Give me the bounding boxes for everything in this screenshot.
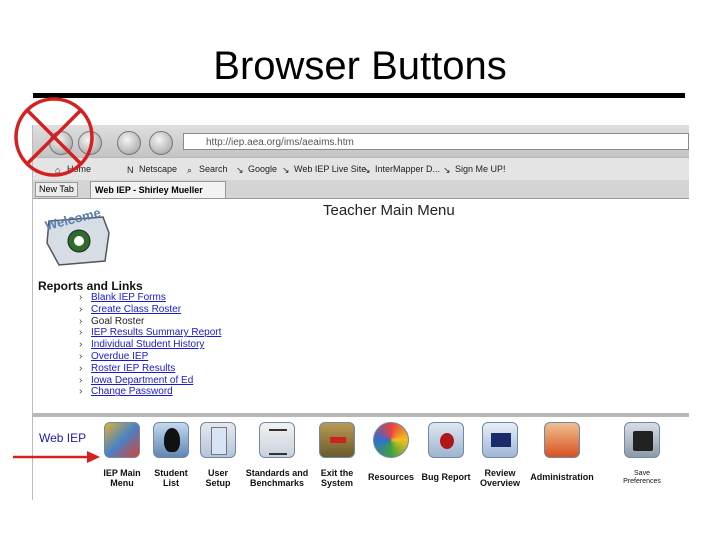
- tool-administration[interactable]: Administration: [527, 422, 597, 482]
- bookmark-sign-me-up[interactable]: ↘ Sign Me UP!: [443, 164, 506, 175]
- arrow-icon: ›: [79, 315, 83, 327]
- save-preferences-icon: [624, 422, 660, 458]
- reports-link-list: › Blank IEP Forms › Create Class Roster › G…: [79, 292, 221, 398]
- address-bar[interactable]: http://iep.aea.org/ims/aeaims.htm: [183, 133, 689, 150]
- tool-user-setup[interactable]: User Setup: [195, 422, 241, 488]
- list-item: › Iowa Department of Ed: [79, 375, 221, 387]
- tool-bug-report[interactable]: Bug Report: [419, 422, 473, 482]
- bookmark-icon: ↘: [282, 165, 290, 175]
- user-setup-icon: [200, 422, 236, 458]
- link-create-class-roster[interactable]: Create Class Roster: [91, 304, 181, 315]
- link-iowa-dept-ed[interactable]: Iowa Department of Ed: [91, 375, 193, 386]
- tool-student-list[interactable]: Student List: [149, 422, 193, 488]
- list-item: › Individual Student History: [79, 339, 221, 351]
- administration-icon: [544, 422, 580, 458]
- prohibition-annotation-icon: [14, 97, 94, 177]
- arrow-icon: ›: [79, 303, 83, 315]
- welcome-logo: Welcome: [43, 205, 110, 266]
- bookmark-search[interactable]: ⌕ Search: [187, 164, 228, 175]
- bookmark-icon: ↘: [443, 165, 451, 175]
- list-item: › Roster IEP Results: [79, 363, 221, 375]
- bookmark-web-iep[interactable]: ↘ Web IEP Live Site: [282, 164, 366, 175]
- bookmark-intermapper[interactable]: ↘ InterMapper D...: [363, 164, 440, 175]
- student-list-icon: [153, 422, 189, 458]
- link-student-history[interactable]: Individual Student History: [91, 339, 204, 350]
- list-item: › IEP Results Summary Report: [79, 327, 221, 339]
- link-iep-results-summary[interactable]: IEP Results Summary Report: [91, 327, 221, 338]
- resources-icon: [373, 422, 409, 458]
- bookmark-google[interactable]: ↘ Google: [236, 164, 277, 175]
- tool-standards-benchmarks[interactable]: Standards and Benchmarks: [241, 422, 313, 488]
- navigation-toolbar: http://iep.aea.org/ims/aeaims.htm: [33, 125, 689, 157]
- section-divider: [33, 413, 689, 417]
- reports-heading: Reports and Links: [38, 279, 143, 293]
- arrow-icon: ›: [79, 292, 83, 303]
- list-item: › Goal Roster: [79, 316, 221, 328]
- tool-resources[interactable]: Resources: [364, 422, 418, 482]
- arrow-icon: ›: [79, 339, 83, 351]
- arrow-icon: ›: [79, 386, 83, 398]
- list-item: › Create Class Roster: [79, 304, 221, 316]
- list-item: › Change Password: [79, 386, 221, 398]
- link-blank-iep-forms[interactable]: Blank IEP Forms: [91, 292, 166, 303]
- link-goal-roster[interactable]: Goal Roster: [91, 316, 144, 327]
- slide-title: Browser Buttons: [213, 44, 507, 88]
- iep-main-menu-icon: [104, 422, 140, 458]
- link-roster-iep-results[interactable]: Roster IEP Results: [91, 363, 175, 374]
- arrow-icon: ›: [79, 350, 83, 362]
- arrow-icon: ›: [79, 362, 83, 374]
- pointer-arrow-annotation-icon: [13, 451, 100, 463]
- review-overview-icon: [482, 422, 518, 458]
- page-title: Teacher Main Menu: [323, 202, 455, 219]
- tool-iep-main-menu[interactable]: IEP Main Menu: [99, 422, 145, 488]
- search-icon: ⌕: [187, 165, 193, 175]
- list-item: › Overdue IEP: [79, 351, 221, 363]
- bookmark-icon: ↘: [236, 165, 244, 175]
- reload-button[interactable]: [117, 131, 141, 155]
- arrow-icon: ›: [79, 327, 83, 339]
- tool-exit-system[interactable]: Exit the System: [314, 422, 360, 488]
- web-iep-label: Web IEP: [39, 431, 87, 445]
- title-rule: [33, 93, 685, 98]
- bookmark-icon: ↘: [363, 165, 371, 175]
- new-tab-button[interactable]: New Tab: [35, 182, 78, 197]
- tab-bar: New Tab Web IEP - Shirley Mueller: [33, 180, 689, 199]
- stop-button[interactable]: [149, 131, 173, 155]
- tab-web-iep[interactable]: Web IEP - Shirley Mueller: [90, 181, 226, 198]
- browser-window: http://iep.aea.org/ims/aeaims.htm ⌂ Home …: [32, 125, 689, 500]
- bookmark-netscape[interactable]: N Netscape: [127, 164, 177, 175]
- link-overdue-iep[interactable]: Overdue IEP: [91, 351, 148, 362]
- netscape-icon: N: [127, 165, 134, 175]
- bookmarks-bar: ⌂ Home N Netscape ⌕ Search ↘ Google ↘ Web IEP…: [33, 157, 689, 181]
- tool-save-preferences[interactable]: Save Preferences: [613, 422, 671, 486]
- list-item: › Blank IEP Forms: [79, 292, 221, 304]
- tool-review-overview[interactable]: Review Overview: [475, 422, 525, 488]
- bug-report-icon: [428, 422, 464, 458]
- link-change-password[interactable]: Change Password: [91, 386, 173, 397]
- standards-icon: [259, 422, 295, 458]
- exit-icon: [319, 422, 355, 458]
- arrow-icon: ›: [79, 374, 83, 386]
